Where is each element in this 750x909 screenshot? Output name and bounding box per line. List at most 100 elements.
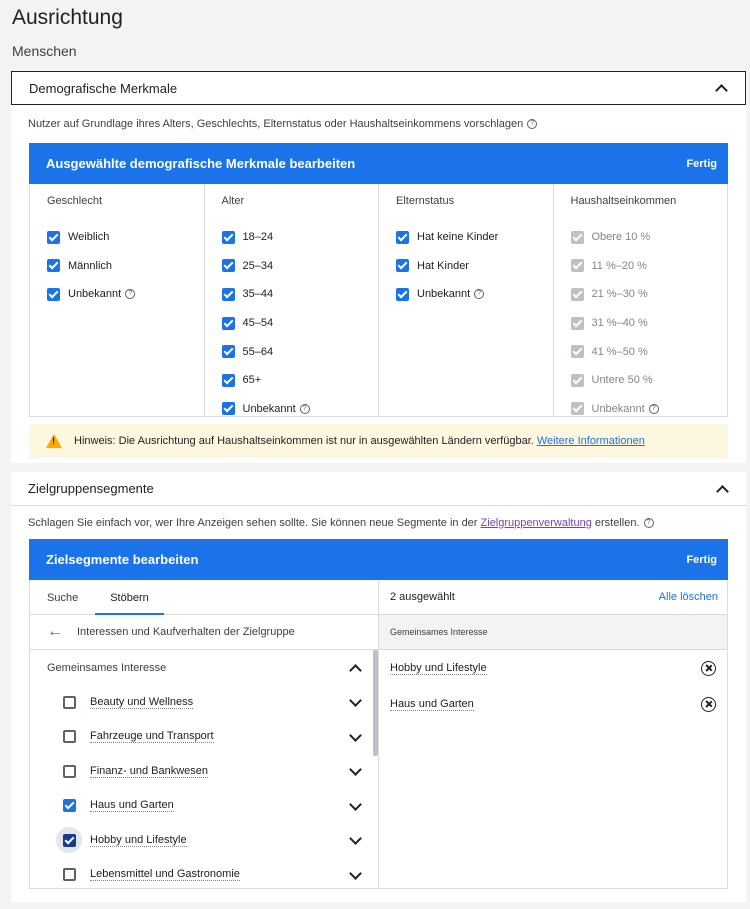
demographic-column: Geschlecht Weiblich Männlich Unbekannt? — [30, 184, 205, 416]
checkbox[interactable] — [396, 259, 409, 273]
chevron-down-icon[interactable] — [348, 868, 362, 882]
help-icon[interactable]: ? — [299, 403, 310, 414]
demographic-option: 21 %–30 % — [570, 280, 728, 309]
demographic-option[interactable]: Unbekannt? — [221, 395, 379, 424]
checkbox[interactable] — [221, 230, 235, 244]
scrollbar[interactable] — [373, 650, 378, 756]
demographic-option[interactable]: 35–44 — [221, 280, 379, 309]
checkbox[interactable] — [221, 402, 235, 416]
audience-manager-link[interactable]: Zielgruppenverwaltung — [481, 517, 592, 529]
demographics-description: Nutzer auf Grundlage ihres Alters, Gesch… — [11, 105, 746, 143]
more-info-link[interactable]: Weitere Informationen — [537, 435, 645, 447]
chevron-down-icon[interactable] — [348, 799, 362, 813]
checkbox[interactable] — [396, 230, 409, 244]
chevron-down-icon[interactable] — [348, 764, 362, 778]
chevron-down-icon[interactable] — [348, 833, 362, 847]
demographic-option[interactable]: Hat Kinder — [396, 252, 553, 281]
demographics-header[interactable]: Demografische Merkmale — [11, 71, 746, 105]
demographic-option[interactable]: Unbekannt? — [396, 280, 553, 309]
demographic-option[interactable]: 55–64 — [221, 337, 379, 366]
demographic-option[interactable]: 65+ — [221, 366, 379, 395]
segment-item[interactable]: Fahrzeuge und Transport — [30, 720, 378, 755]
chevron-down-icon[interactable] — [348, 695, 362, 709]
demographic-option: 31 %–40 % — [570, 309, 728, 338]
tab-search[interactable]: Suche — [47, 592, 78, 614]
help-icon[interactable]: ? — [125, 289, 136, 300]
selected-count: 2 ausgewählt — [390, 591, 455, 603]
option-label: Untere 50 % — [591, 374, 653, 387]
segments-editor: Suche Stöbern ← Interessen und Kaufverha… — [29, 580, 728, 889]
option-label: 45–54 — [242, 317, 274, 330]
checkbox[interactable] — [221, 373, 235, 387]
option-label: Unbekannt — [68, 288, 122, 301]
checkbox — [570, 345, 584, 359]
column-title: Elternstatus — [396, 195, 455, 207]
demographic-option[interactable]: 25–34 — [221, 252, 379, 281]
option-label: 65+ — [242, 374, 262, 387]
back-label: Interessen und Kaufverhalten der Zielgru… — [77, 626, 295, 638]
checkbox[interactable] — [396, 287, 409, 301]
checkbox[interactable] — [63, 868, 76, 882]
tab-browse[interactable]: Stöbern — [95, 592, 164, 615]
segments-header[interactable]: Zielgruppensegmente — [11, 472, 746, 506]
option-label: Hat Kinder — [417, 259, 469, 272]
segment-item[interactable]: Hobby und Lifestyle — [30, 823, 378, 858]
group-label: Gemeinsames Interesse — [47, 661, 167, 674]
segments-description: Schlagen Sie einfach vor, wer Ihre Anzei… — [11, 506, 746, 539]
checkbox[interactable] — [62, 833, 76, 847]
demographic-option[interactable]: Hat keine Kinder — [396, 223, 553, 252]
segments-done-button[interactable]: Fertig — [686, 554, 717, 566]
demographic-option: Obere 10 % — [570, 223, 728, 252]
checkbox[interactable] — [221, 259, 235, 273]
segment-label: Lebensmittel und Gastronomie — [90, 868, 240, 882]
demographic-option[interactable]: Männlich — [47, 252, 204, 281]
segment-item[interactable]: Lebensmittel und Gastronomie — [30, 858, 378, 893]
checkbox[interactable] — [221, 345, 235, 359]
back-row[interactable]: ← Interessen und Kaufverhalten der Zielg… — [30, 615, 378, 650]
group-header[interactable]: Gemeinsames Interesse — [30, 650, 378, 685]
checkbox[interactable] — [63, 799, 76, 813]
chevron-up-icon[interactable] — [714, 81, 728, 95]
option-label: Weiblich — [68, 231, 110, 244]
demographics-card: Demografische Merkmale Nutzer auf Grundl… — [11, 71, 746, 463]
demographic-option[interactable]: Weiblich — [47, 223, 204, 252]
segment-item[interactable]: Haus und Garten — [30, 789, 378, 824]
help-icon[interactable]: ? — [643, 517, 654, 528]
column-title: Alter — [221, 195, 245, 207]
option-label: 18–24 — [242, 231, 274, 244]
demographics-done-button[interactable]: Fertig — [686, 158, 717, 170]
checkbox[interactable] — [47, 259, 60, 273]
option-label: 21 %–30 % — [591, 288, 648, 301]
checkbox — [570, 230, 584, 244]
segment-label: Haus und Garten — [90, 799, 174, 813]
help-icon[interactable]: ? — [527, 119, 538, 129]
demographic-option[interactable]: 45–54 — [221, 309, 379, 338]
chevron-down-icon[interactable] — [348, 730, 362, 744]
checkbox[interactable] — [63, 764, 76, 778]
checkbox[interactable] — [47, 230, 60, 244]
demographic-column: Alter 18–24 25–34 35–44 45–54 55–64 65+ Unbekan… — [205, 184, 379, 416]
checkbox[interactable] — [221, 287, 235, 301]
remove-circle-icon[interactable] — [701, 660, 716, 676]
segment-item[interactable]: Beauty und Wellness — [30, 685, 378, 720]
segment-label: Finanz- und Bankwesen — [90, 764, 209, 778]
demographic-option[interactable]: Unbekannt? — [47, 280, 204, 309]
demographic-option: Untere 50 % — [570, 366, 728, 395]
chevron-up-icon[interactable] — [348, 661, 362, 675]
remove-circle-icon[interactable] — [701, 696, 716, 712]
demographic-option: 11 %–20 % — [570, 252, 728, 281]
segment-item[interactable]: Finanz- und Bankwesen — [30, 754, 378, 789]
checkbox[interactable] — [47, 287, 60, 301]
checkbox[interactable] — [63, 730, 76, 744]
arrow-left-icon[interactable]: ← — [47, 623, 63, 641]
demographic-option[interactable]: 18–24 — [221, 223, 379, 252]
help-icon[interactable]: ? — [474, 289, 485, 300]
chevron-up-icon[interactable] — [715, 482, 729, 496]
selected-segment: Haus und Garten — [379, 686, 727, 722]
selected-segment-label: Hobby und Lifestyle — [390, 661, 487, 675]
help-icon[interactable]: ? — [648, 403, 659, 414]
selected-segment-label: Haus und Garten — [390, 697, 474, 711]
checkbox[interactable] — [63, 695, 76, 709]
clear-all-button[interactable]: Alle löschen — [659, 591, 718, 603]
checkbox[interactable] — [221, 316, 235, 330]
